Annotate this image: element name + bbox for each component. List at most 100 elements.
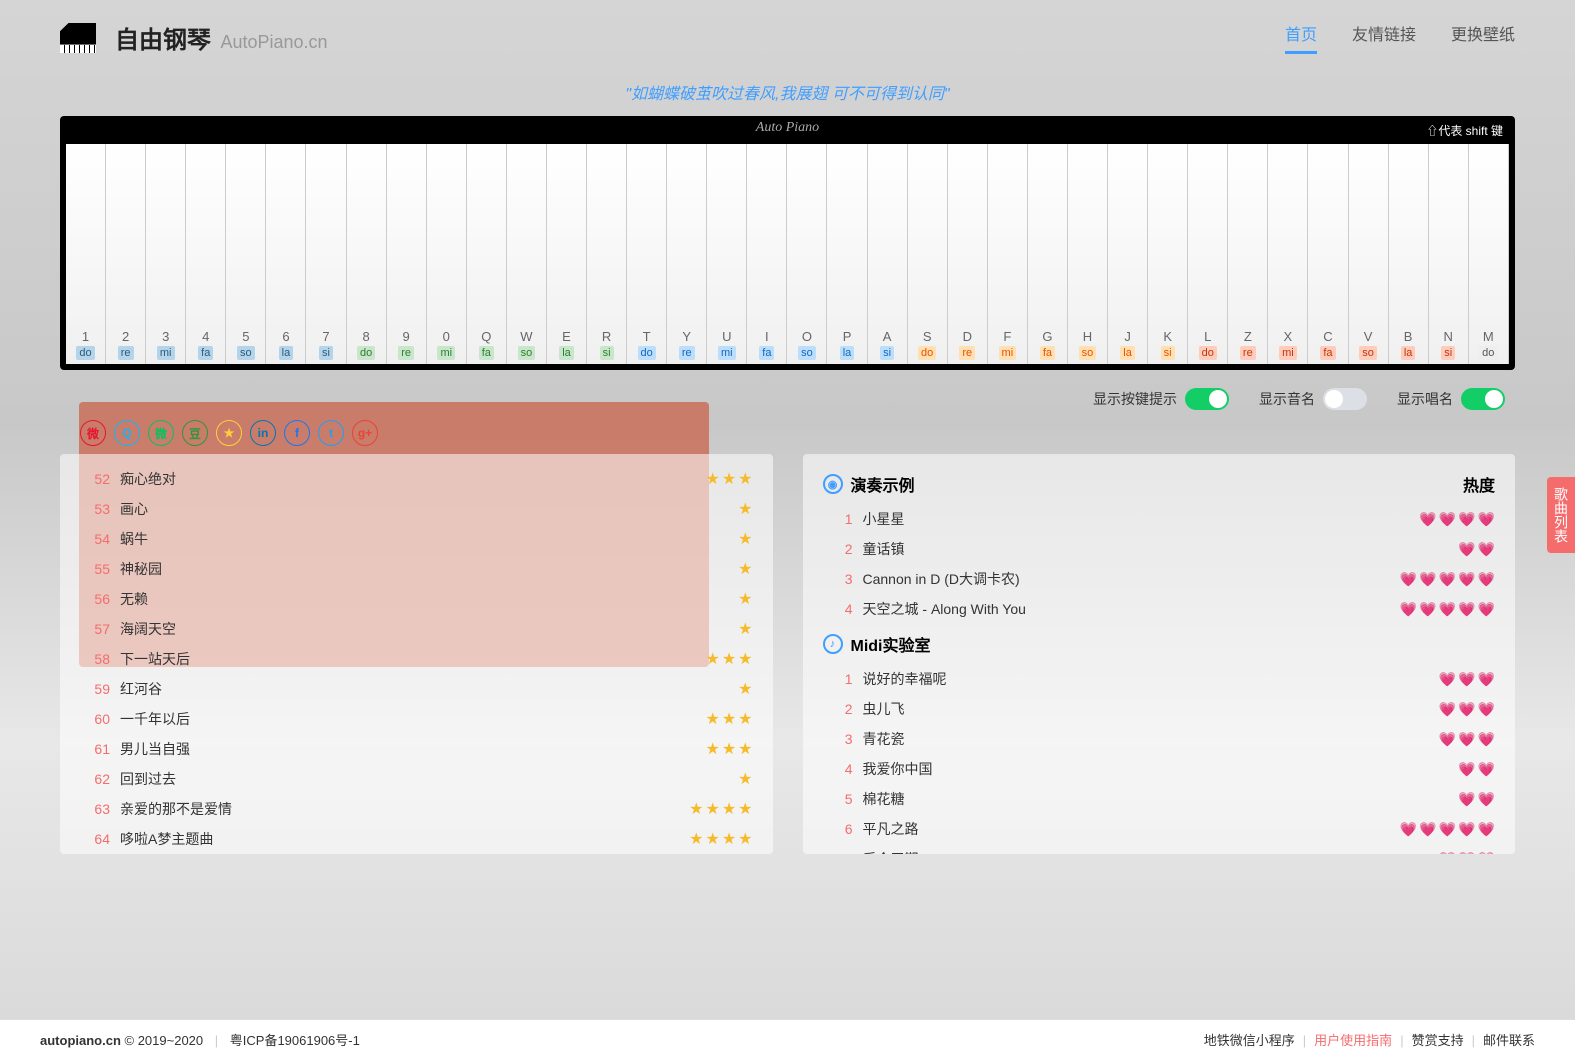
white-key-Q[interactable]: Qfa: [467, 144, 507, 364]
song-row[interactable]: 59红河谷★: [80, 674, 753, 704]
white-key-7[interactable]: 7si: [306, 144, 346, 364]
qzone-icon[interactable]: ★: [216, 420, 242, 446]
white-key-P[interactable]: Pla: [827, 144, 867, 364]
nav-更换壁纸[interactable]: 更换壁纸: [1451, 21, 1515, 54]
song-row[interactable]: 1小星星💗💗💗💗: [823, 504, 1496, 534]
google-icon[interactable]: g+: [352, 420, 378, 446]
switch-显示唱名[interactable]: [1461, 388, 1505, 410]
song-row[interactable]: 4我爱你中国💗💗: [823, 754, 1496, 784]
twitter-icon[interactable]: t: [318, 420, 344, 446]
white-key-W[interactable]: Wso: [507, 144, 547, 364]
song-row[interactable]: 2童话镇💗💗: [823, 534, 1496, 564]
song-row[interactable]: 1说好的幸福呢💗💗💗: [823, 664, 1496, 694]
white-key-R[interactable]: Rsi: [587, 144, 627, 364]
white-key-9[interactable]: 9re: [387, 144, 427, 364]
footer-link[interactable]: 地铁微信小程序: [1204, 1033, 1295, 1048]
star-icon: ★: [705, 469, 719, 489]
heart-icon: 💗: [1478, 701, 1495, 718]
switch-显示音名[interactable]: [1323, 388, 1367, 410]
white-key-1[interactable]: 1do: [66, 144, 106, 364]
star-icon: ★: [689, 829, 703, 849]
footer-link[interactable]: 赞赏支持: [1412, 1033, 1464, 1048]
white-key-A[interactable]: Asi: [868, 144, 908, 364]
white-key-L[interactable]: Ldo: [1188, 144, 1228, 364]
heart-icon: 💗: [1478, 821, 1495, 838]
white-key-V[interactable]: Vso: [1349, 144, 1389, 364]
white-key-B[interactable]: Bla: [1389, 144, 1429, 364]
section-header: ◉演奏示例热度: [823, 464, 1496, 504]
song-row[interactable]: 56无赖★: [80, 584, 753, 614]
song-row[interactable]: 63亲爱的那不是爱情★★★★: [80, 794, 753, 824]
nav-首页[interactable]: 首页: [1285, 21, 1317, 54]
songlist-tab[interactable]: 歌曲列表: [1547, 477, 1575, 553]
song-row[interactable]: 57海阔天空★: [80, 614, 753, 644]
white-key-O[interactable]: Oso: [787, 144, 827, 364]
white-key-N[interactable]: Nsi: [1429, 144, 1469, 364]
white-key-C[interactable]: Cfa: [1308, 144, 1348, 364]
white-key-K[interactable]: Ksi: [1148, 144, 1188, 364]
midi-icon: ♪: [823, 634, 843, 654]
qq-icon[interactable]: Q: [114, 420, 140, 446]
white-key-5[interactable]: 5so: [226, 144, 266, 364]
facebook-icon[interactable]: f: [284, 420, 310, 446]
white-key-4[interactable]: 4fa: [186, 144, 226, 364]
heart-icon: 💗: [1478, 851, 1495, 855]
white-key-M[interactable]: Mdo: [1469, 144, 1509, 364]
song-row[interactable]: 62回到过去★: [80, 764, 753, 794]
song-row[interactable]: 55神秘园★: [80, 554, 753, 584]
song-row[interactable]: 6平凡之路💗💗💗💗💗: [823, 814, 1496, 844]
song-row[interactable]: 61男儿当自强★★★: [80, 734, 753, 764]
song-row[interactable]: 64哆啦A梦主题曲★★★★: [80, 824, 753, 854]
footer: autopiano.cn © 2019~2020 | 粤ICP备19061906…: [0, 1019, 1575, 1059]
toggle-显示音名: 显示音名: [1259, 388, 1367, 410]
white-key-Z[interactable]: Zre: [1228, 144, 1268, 364]
heart-icon: 💗: [1478, 761, 1495, 778]
song-row[interactable]: 60一千年以后★★★: [80, 704, 753, 734]
song-row[interactable]: 2虫儿飞💗💗💗: [823, 694, 1496, 724]
linkedin-icon[interactable]: in: [250, 420, 276, 446]
douban-icon[interactable]: 豆: [182, 420, 208, 446]
white-key-E[interactable]: Ela: [547, 144, 587, 364]
white-key-8[interactable]: 8do: [347, 144, 387, 364]
song-row[interactable]: 3青花瓷💗💗💗: [823, 724, 1496, 754]
nav-友情链接[interactable]: 友情链接: [1352, 21, 1416, 54]
heart-icon: 💗: [1439, 731, 1456, 748]
song-row[interactable]: 54蜗牛★: [80, 524, 753, 554]
section-header: ♪Midi实验室: [823, 624, 1496, 664]
white-key-T[interactable]: Tdo: [627, 144, 667, 364]
song-row[interactable]: 53画心★: [80, 494, 753, 524]
white-key-S[interactable]: Sdo: [908, 144, 948, 364]
song-row[interactable]: 5棉花糖💗💗: [823, 784, 1496, 814]
white-key-H[interactable]: Hso: [1068, 144, 1108, 364]
switch-显示按键提示[interactable]: [1185, 388, 1229, 410]
white-key-D[interactable]: Dre: [948, 144, 988, 364]
song-row[interactable]: 52痴心绝对★★★: [80, 464, 753, 494]
white-key-Y[interactable]: Yre: [667, 144, 707, 364]
footer-link[interactable]: 邮件联系: [1483, 1033, 1535, 1048]
white-key-U[interactable]: Umi: [707, 144, 747, 364]
song-row[interactable]: 58下一站天后★★★: [80, 644, 753, 674]
footer-link[interactable]: 用户使用指南: [1314, 1033, 1392, 1048]
wechat-icon[interactable]: 微: [148, 420, 174, 446]
heart-icon: 💗: [1419, 511, 1436, 528]
heart-icon: 💗: [1458, 701, 1475, 718]
heart-icon: 💗: [1478, 671, 1495, 688]
song-row[interactable]: 3Cannon in D (D大调卡农)💗💗💗💗💗: [823, 564, 1496, 594]
white-key-J[interactable]: Jla: [1108, 144, 1148, 364]
white-key-3[interactable]: 3mi: [146, 144, 186, 364]
heart-icon: 💗: [1478, 571, 1495, 588]
logo-area: 自由钢琴 AutoPiano.cn: [60, 20, 328, 55]
white-key-F[interactable]: Fmi: [988, 144, 1028, 364]
white-key-0[interactable]: 0mi: [427, 144, 467, 364]
white-key-2[interactable]: 2re: [106, 144, 146, 364]
white-key-X[interactable]: Xmi: [1268, 144, 1308, 364]
weibo-icon[interactable]: 微: [80, 420, 106, 446]
quote-text: "如蝴蝶破茧吹过春风,我展翅 可不可得到认同": [0, 80, 1575, 104]
song-row[interactable]: 4天空之城 - Along With You💗💗💗💗💗: [823, 594, 1496, 624]
disc-icon: ◉: [823, 474, 843, 494]
song-row[interactable]: 7后会无期💗💗💗: [823, 844, 1496, 854]
white-key-6[interactable]: 6la: [266, 144, 306, 364]
white-key-G[interactable]: Gfa: [1028, 144, 1068, 364]
white-key-I[interactable]: Ifa: [747, 144, 787, 364]
left-song-list: 52痴心绝对★★★53画心★54蜗牛★55神秘园★56无赖★57海阔天空★58下…: [60, 454, 773, 854]
